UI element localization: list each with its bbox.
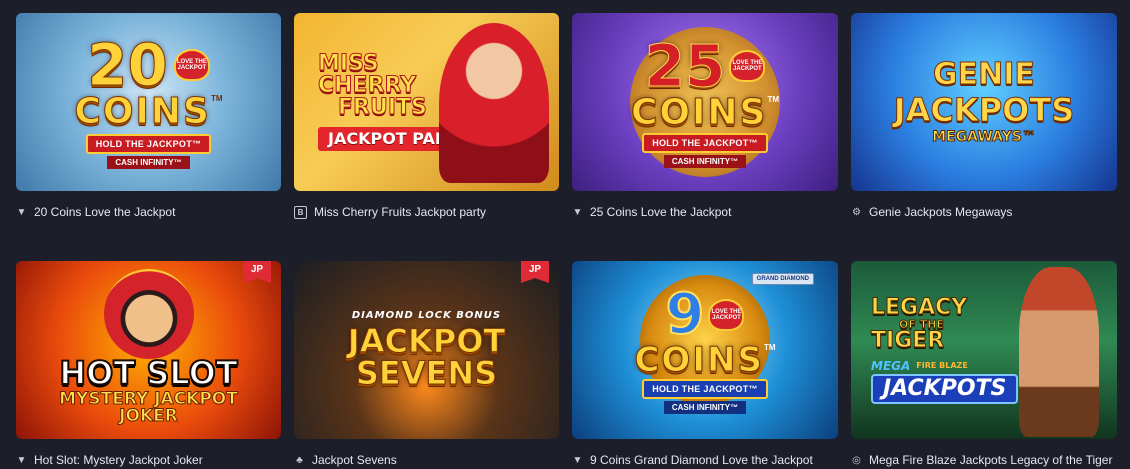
game-title[interactable]: Jackpot Sevens — [312, 453, 397, 467]
joker-illustration — [103, 269, 194, 359]
game-thumbnail[interactable]: GRAND DIAMOND 9 LOVE THE JACKPOT COINS T… — [572, 261, 838, 439]
art-line1: MISS — [318, 51, 380, 76]
game-card-25-coins[interactable]: 25 LOVE THE JACKPOT COINS TM HOLD THE JA… — [572, 13, 838, 221]
jp-badge: JP — [243, 261, 271, 283]
art-line1: HOLD THE JACKPOT™ — [642, 132, 768, 153]
game-thumbnail[interactable]: 20 LOVE THE JACKPOT COINS TM HOLD THE JA… — [16, 13, 281, 191]
art-number: 9 — [665, 281, 706, 347]
warrior-illustration — [1019, 267, 1099, 437]
game-title[interactable]: Hot Slot: Mystery Jackpot Joker — [34, 453, 203, 467]
game-card-legacy-of-the-tiger[interactable]: LEGACY OF THE TIGER MEGA FIRE BLAZE JACK… — [851, 261, 1117, 469]
game-title[interactable]: 20 Coins Love the Jackpot — [34, 205, 175, 219]
art-line2: CASH INFINITY™ — [107, 155, 190, 169]
triangle-down-icon: ▼ — [16, 454, 27, 466]
art-line3: SEVENS — [355, 354, 498, 392]
art-line3: MEGAWAYS™ — [932, 129, 1037, 145]
art-line1: HOLD THE JACKPOT™ — [85, 133, 212, 154]
art-line2: JACKPOT — [347, 322, 506, 360]
game-title[interactable]: 9 Coins Grand Diamond Love the Jackpot — [590, 453, 813, 467]
character-illustration — [439, 23, 549, 183]
art-line2: JACKPOTS — [893, 91, 1075, 129]
love-heart-icon: LOVE THE JACKPOT — [708, 298, 745, 331]
game-title[interactable]: 25 Coins Love the Jackpot — [590, 205, 731, 219]
triangle-down-icon: ▼ — [572, 206, 583, 218]
art-line2: CASH INFINITY™ — [663, 154, 747, 168]
art-tm: TM — [763, 342, 776, 352]
art-line4: MEGA — [871, 358, 911, 373]
game-title[interactable]: Genie Jackpots Megaways — [869, 205, 1012, 219]
game-title[interactable]: Miss Cherry Fruits Jackpot party — [314, 205, 486, 219]
game-card-miss-cherry-fruits[interactable]: MISS CHERRY FRUITS JACKPOT PARTY B Miss … — [294, 13, 559, 221]
game-thumbnail[interactable]: JP DIAMOND LOCK BONUS JACKPOT SEVENS — [294, 261, 559, 439]
jp-badge: JP — [521, 261, 549, 283]
grand-diamond-badge: GRAND DIAMOND — [751, 273, 814, 285]
art-word: COINS — [634, 339, 764, 380]
art-tm: TM — [767, 94, 780, 104]
art-line6: JACKPOTS — [871, 373, 1019, 404]
art-line2: CHERRY — [317, 73, 417, 98]
art-word: COINS — [630, 91, 768, 133]
love-heart-icon: LOVE THE JACKPOT — [729, 49, 766, 82]
art-line3: TIGER — [870, 327, 945, 353]
game-card-jackpot-sevens[interactable]: JP DIAMOND LOCK BONUS JACKPOT SEVENS ♣ J… — [294, 261, 559, 469]
game-card-9-coins[interactable]: GRAND DIAMOND 9 LOVE THE JACKPOT COINS T… — [572, 261, 838, 469]
game-thumbnail[interactable]: MISS CHERRY FRUITS JACKPOT PARTY — [294, 13, 559, 191]
game-thumbnail[interactable]: 25 LOVE THE JACKPOT COINS TM HOLD THE JA… — [572, 13, 838, 191]
art-line3: JOKER — [119, 406, 179, 426]
game-thumbnail[interactable]: GENIE JACKPOTS MEGAWAYS™ — [851, 13, 1117, 191]
art-line1: HOT SLOT — [58, 354, 238, 392]
art-line1: GENIE — [933, 57, 1036, 92]
b-square-icon: B — [294, 205, 307, 219]
clubs-icon: ♣ — [296, 454, 303, 466]
art-line1: LEGACY — [870, 294, 968, 320]
art-tm: TM — [210, 93, 223, 103]
love-heart-icon: LOVE THE JACKPOT — [173, 48, 210, 81]
game-card-20-coins[interactable]: 20 LOVE THE JACKPOT COINS TM HOLD THE JA… — [16, 13, 281, 221]
eye-swoosh-icon: ◎ — [852, 454, 861, 466]
gear-icon: ⚙ — [852, 206, 861, 218]
art-line5: FIRE BLAZE — [916, 360, 968, 370]
art-line1: DIAMOND LOCK BONUS — [351, 310, 502, 321]
game-card-hot-slot[interactable]: JP HOT SLOT MYSTERY JACKPOT JOKER ▼ Hot … — [16, 261, 281, 469]
art-line1: HOLD THE JACKPOT™ — [642, 378, 768, 399]
art-line2: CASH INFINITY™ — [663, 400, 747, 414]
game-card-genie-jackpots[interactable]: GENIE JACKPOTS MEGAWAYS™ ⚙ Genie Jackpot… — [851, 13, 1117, 221]
triangle-down-icon: ▼ — [572, 454, 583, 466]
game-title[interactable]: Mega Fire Blaze Jackpots Legacy of the T… — [869, 453, 1112, 467]
games-grid: 20 LOVE THE JACKPOT COINS TM HOLD THE JA… — [16, 13, 1117, 469]
art-number: 25 — [644, 31, 726, 100]
art-line3: FRUITS — [338, 95, 428, 120]
game-thumbnail[interactable]: LEGACY OF THE TIGER MEGA FIRE BLAZE JACK… — [851, 261, 1117, 439]
game-thumbnail[interactable]: JP HOT SLOT MYSTERY JACKPOT JOKER — [16, 261, 281, 439]
art-number: 20 — [87, 30, 169, 99]
art-word: COINS — [74, 90, 211, 132]
triangle-down-icon: ▼ — [16, 206, 27, 218]
